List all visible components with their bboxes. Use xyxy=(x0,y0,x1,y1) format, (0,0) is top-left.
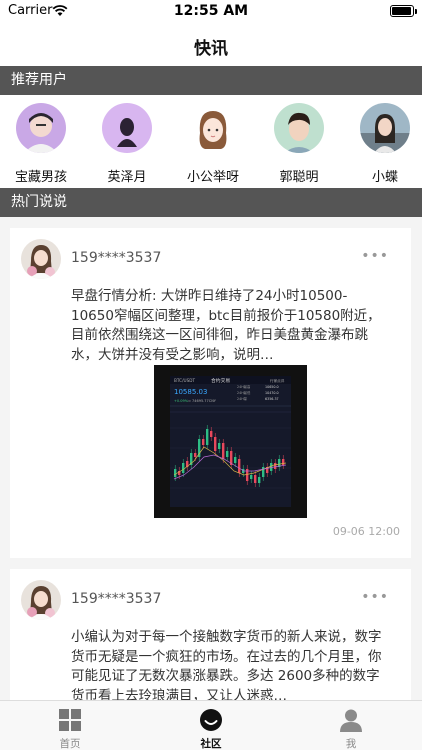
candle-body xyxy=(182,463,185,473)
candle-body xyxy=(274,463,277,469)
candle-body xyxy=(174,469,177,477)
post-card[interactable]: 159****3537 ••• 小编认为对于每一个接触数字货币的新人来说，数字货… xyxy=(10,569,411,700)
post-image[interactable]: BTC/USDT 合约交易 行家点评 10585.03 +0.09% ≈ 746… xyxy=(154,365,307,518)
chart-pair: BTC/USDT xyxy=(174,378,195,383)
trading-chart-screenshot: BTC/USDT 合约交易 行家点评 10585.03 +0.09% ≈ 746… xyxy=(154,365,307,518)
user-card[interactable]: 英泽月 xyxy=(83,103,171,185)
user-card[interactable]: 郭聪明 xyxy=(255,103,343,185)
candle-body xyxy=(218,443,221,449)
user-card[interactable]: 宝藏男孩 xyxy=(0,103,85,185)
grid-icon xyxy=(59,709,81,731)
chart-right-action: 行家点评 xyxy=(270,378,285,383)
battery-icon xyxy=(390,5,417,17)
candle-body xyxy=(234,457,237,463)
candle-body xyxy=(270,463,273,471)
user-name: 郭聪明 xyxy=(279,170,319,185)
post-author-avatar[interactable] xyxy=(21,239,61,279)
person-icon xyxy=(340,709,362,732)
user-name: 英泽月 xyxy=(107,170,147,185)
chart-stat-label: 24H最高 xyxy=(237,384,251,389)
user-card[interactable]: 小公举呀 xyxy=(169,103,257,185)
tab-community[interactable]: 社区 xyxy=(141,701,281,750)
chart-header-title: 合约交易 xyxy=(211,377,230,384)
hot-posts-header: 热门说说 xyxy=(0,188,422,217)
chart-stat-label: 24H最低 xyxy=(237,390,251,395)
candle-body xyxy=(238,459,241,473)
recommended-users-header: 推荐用户 xyxy=(0,66,422,95)
candle-body xyxy=(282,459,285,465)
candle-body xyxy=(254,475,257,483)
chart-cny: ≈ 74695.77CNY xyxy=(188,399,217,403)
user-avatar[interactable] xyxy=(102,103,152,153)
page-title: 快讯 xyxy=(194,39,228,59)
user-avatar[interactable] xyxy=(16,103,66,153)
candle-body xyxy=(210,431,213,437)
candle-body xyxy=(262,467,265,477)
tab-home[interactable]: 首页 xyxy=(0,701,140,750)
navigation-bar: 快讯 xyxy=(0,22,422,66)
user-avatar[interactable] xyxy=(360,103,410,153)
clock: 12:55 AM xyxy=(173,3,249,19)
user-avatar[interactable] xyxy=(274,103,324,153)
user-name: 小公举呀 xyxy=(186,170,239,185)
chart-price: 10585.03 xyxy=(174,388,207,396)
candle-body xyxy=(226,451,229,457)
user-avatar[interactable] xyxy=(188,103,238,153)
post-content[interactable]: 早盘行情分析: 大饼昨日维持了24小时10500-10650窄幅区间整理，btc… xyxy=(71,287,384,365)
battery-fill xyxy=(392,7,411,15)
user-card[interactable]: 小蝶 xyxy=(341,103,422,185)
candle-body xyxy=(194,453,197,457)
chart-stat-value: 6356.37 xyxy=(265,397,279,401)
candle-body xyxy=(250,475,253,479)
more-options-icon[interactable]: ••• xyxy=(361,249,389,263)
status-bar: Carrier 12:55 AM xyxy=(0,0,422,22)
user-name: 小蝶 xyxy=(371,170,398,185)
tab-label: 我 xyxy=(345,738,357,750)
candle-body xyxy=(206,429,209,445)
smile-icon xyxy=(200,709,222,731)
user-name: 宝藏男孩 xyxy=(14,170,67,185)
candle-body xyxy=(202,439,205,445)
tab-label: 社区 xyxy=(200,738,222,750)
more-options-icon[interactable]: ••• xyxy=(361,590,389,604)
chart-change: +0.09% xyxy=(174,399,189,403)
post-username[interactable]: 159****3537 xyxy=(71,250,161,266)
post-username[interactable]: 159****3537 xyxy=(71,591,161,607)
post-timestamp: 09-06 12:00 xyxy=(332,525,400,538)
candle-body xyxy=(222,443,225,459)
post-author-avatar[interactable] xyxy=(21,580,61,620)
recommended-users-row[interactable]: 宝藏男孩 英泽月 小公举呀 郭聪明 小蝶 xyxy=(0,95,422,188)
chart-stat-label: 24H量 xyxy=(237,396,248,401)
candle-body xyxy=(258,477,261,483)
post-content[interactable]: 小编认为对于每一个接触数字货币的新人来说，数字货币无疑是一个疯狂的市场。在过去的… xyxy=(71,628,384,700)
tab-label: 首页 xyxy=(59,738,81,750)
chart-stat-value: 10650.0 xyxy=(265,385,279,389)
candle-body xyxy=(214,437,217,451)
tab-bar: 首页 社区 我 xyxy=(0,700,422,750)
post-card[interactable]: 159****3537 ••• 早盘行情分析: 大饼昨日维持了24小时10500… xyxy=(10,228,411,558)
hot-posts-feed[interactable]: 159****3537 ••• 早盘行情分析: 大饼昨日维持了24小时10500… xyxy=(0,217,422,700)
chart-stat-value: 10470.0 xyxy=(265,391,279,395)
tab-me[interactable]: 我 xyxy=(281,701,421,750)
